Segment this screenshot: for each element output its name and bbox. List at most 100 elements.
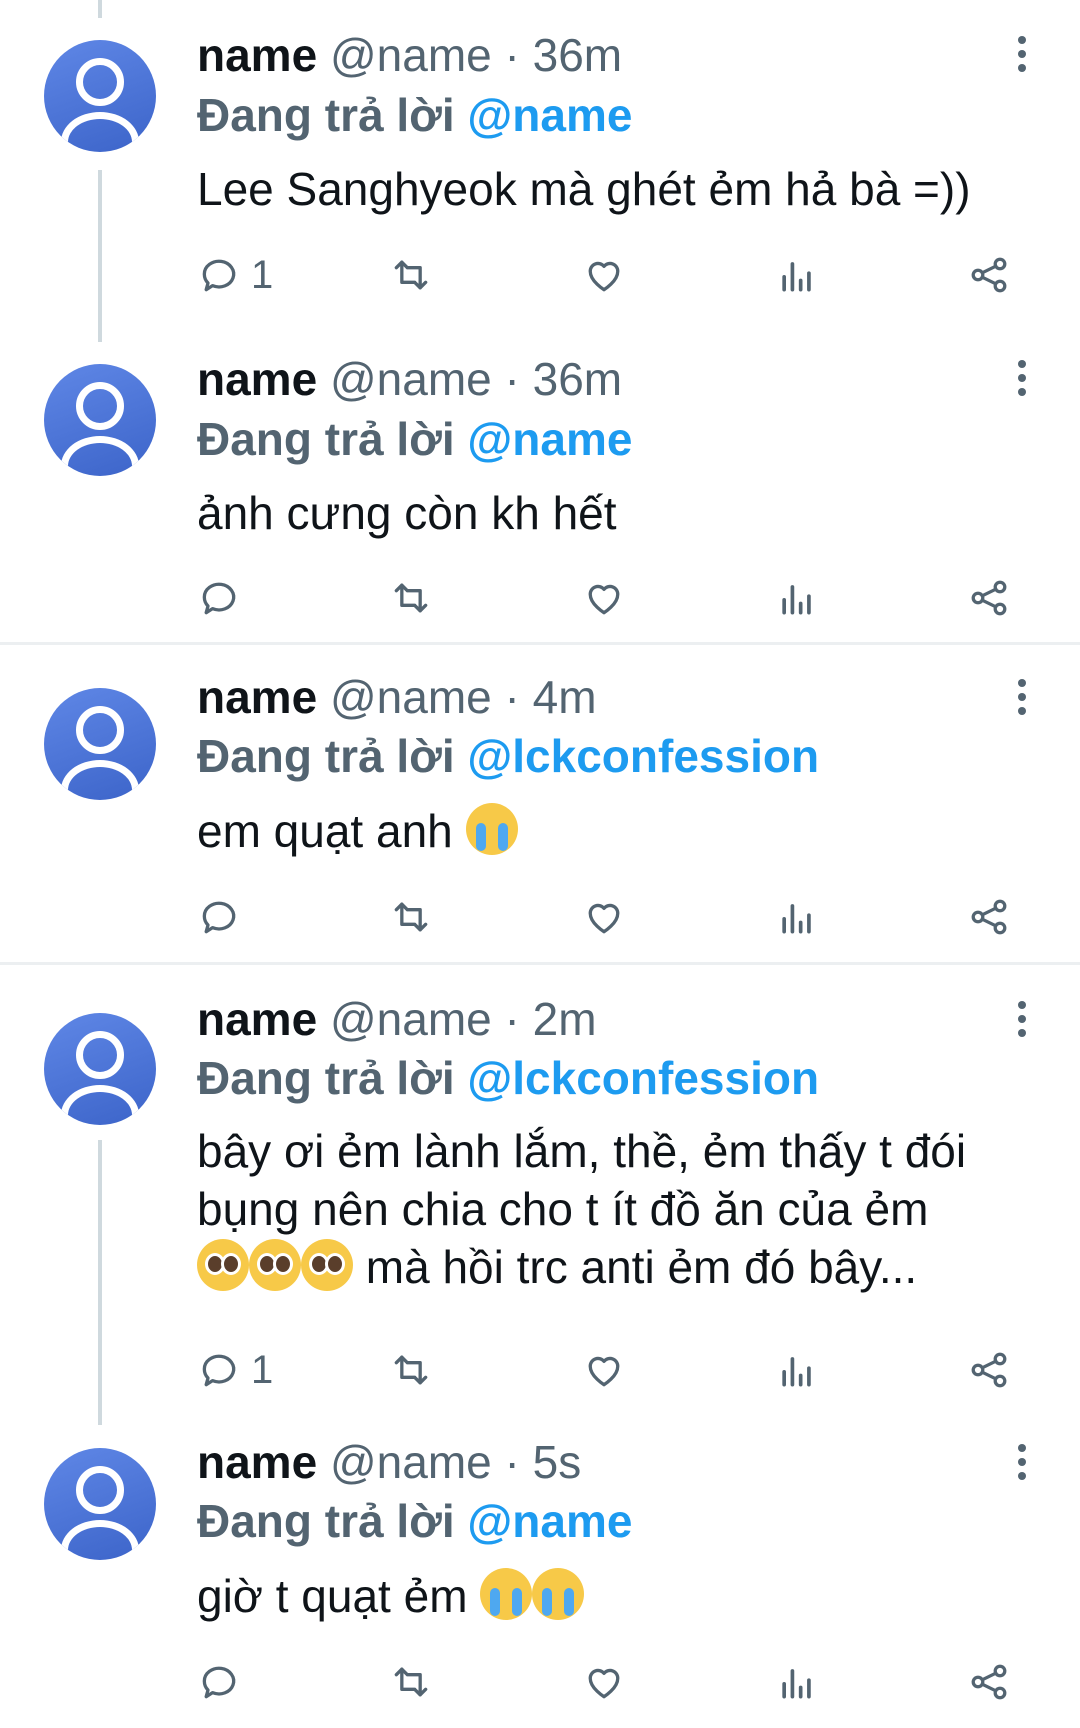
timestamp[interactable]: 2m [533,993,597,1045]
reply-button[interactable]: 1 [197,250,273,300]
retweet-button[interactable] [389,1657,433,1707]
stats-icon [775,1348,819,1392]
avatar-icon[interactable] [44,1448,156,1560]
like-button[interactable] [582,1657,626,1707]
tweet-header: name @name · 5s [197,1434,581,1490]
author-name[interactable]: name [197,353,317,405]
pleading-face-icon [301,1239,353,1291]
pleading-face-icon [249,1239,301,1291]
stats-icon [775,576,819,620]
tweet[interactable]: name @name · 36m Đang trả lời @name Lee … [0,0,1080,340]
stats-button[interactable] [775,1345,819,1395]
share-button[interactable] [967,1345,1011,1395]
reply-context: Đang trả lời @name [197,1493,632,1549]
retweet-button[interactable] [389,573,433,623]
retweet-icon [389,253,433,297]
timestamp[interactable]: 4m [533,671,597,723]
author-handle: @name [329,993,492,1045]
like-icon [582,1660,626,1704]
author-handle: @name [329,29,492,81]
tweet[interactable]: name @name · 4m Đang trả lời @lckconfess… [0,645,1080,962]
share-button[interactable] [967,892,1011,942]
author-handle: @name [329,1436,492,1488]
stats-button[interactable] [775,573,819,623]
stats-icon [775,1660,819,1704]
reply-context: Đang trả lời @name [197,87,632,143]
retweet-button[interactable] [389,250,433,300]
reply-button[interactable] [197,573,241,623]
reply-mention[interactable]: @name [467,413,632,465]
tweet-text-content: em quạt anh [197,805,453,857]
share-icon [967,576,1011,620]
tweet-text: bây ơi ẻm lành lắm, thề, ẻm thấy t đói b… [197,1122,1057,1296]
retweet-button[interactable] [389,892,433,942]
timestamp[interactable]: 5s [533,1436,582,1488]
separator: · [504,353,520,405]
author-handle: @name [329,671,492,723]
tweet[interactable]: name @name · 36m Đang trả lời @name ảnh … [0,324,1080,642]
tweet-text: Lee Sanghyeok mà ghét ẻm hả bà =)) [197,163,971,215]
avatar-icon[interactable] [44,688,156,800]
avatar-icon[interactable] [44,1013,156,1125]
timestamp[interactable]: 36m [533,353,622,405]
more-icon[interactable] [1016,679,1028,721]
like-button[interactable] [582,892,626,942]
tweet-text-content: giờ t quạt ẻm [197,1570,468,1622]
reply-button[interactable] [197,892,241,942]
retweet-button[interactable] [389,1345,433,1395]
reply-prefix: Đang trả lời [197,730,455,782]
timestamp[interactable]: 36m [533,29,622,81]
stats-button[interactable] [775,892,819,942]
reply-prefix: Đang trả lời [197,1052,455,1104]
like-button[interactable] [582,1345,626,1395]
share-button[interactable] [967,573,1011,623]
reply-mention[interactable]: @name [467,89,632,141]
share-icon [967,1660,1011,1704]
retweet-icon [389,1660,433,1704]
action-bar: 1 [197,1345,1027,1395]
like-icon [582,576,626,620]
author-name[interactable]: name [197,993,317,1045]
like-icon [582,253,626,297]
retweet-icon [389,895,433,939]
reply-prefix: Đang trả lời [197,1495,455,1547]
loudly-crying-face-icon [465,803,518,855]
like-button[interactable] [582,250,626,300]
reply-button[interactable] [197,1657,241,1707]
tweet-text-line: bây ơi ẻm lành lắm, thề, ẻm thấy t đói [197,1125,967,1177]
share-button[interactable] [967,250,1011,300]
reply-count: 1 [251,1347,274,1392]
reply-mention[interactable]: @lckconfession [467,730,819,782]
reply-context: Đang trả lời @name [197,411,632,467]
tweet[interactable]: name @name · 5s Đang trả lời @name giờ t… [0,1410,1080,1728]
more-icon[interactable] [1016,1444,1028,1486]
author-name[interactable]: name [197,29,317,81]
tweet-text-line: bụng nên chia cho t ít đồ ăn của ẻm [197,1183,929,1235]
reply-icon [197,1348,241,1392]
reply-mention[interactable]: @name [467,1495,632,1547]
like-button[interactable] [582,573,626,623]
tweet-header: name @name · 2m [197,991,597,1047]
tweet-text-line: mà hồi trc anti ẻm đó bây... [197,1238,1057,1296]
reply-prefix: Đang trả lời [197,413,455,465]
more-icon[interactable] [1016,360,1028,402]
reply-mention[interactable]: @lckconfession [467,1052,819,1104]
more-icon[interactable] [1016,1001,1028,1043]
tweet[interactable]: name @name · 2m Đang trả lời @lckconfess… [0,965,1080,1415]
separator: · [504,671,520,723]
tweet-text: ảnh cưng còn kh hết [197,487,617,539]
share-button[interactable] [967,1657,1011,1707]
action-bar [197,573,1027,623]
like-icon [582,1348,626,1392]
more-icon[interactable] [1016,36,1028,78]
stats-button[interactable] [775,1657,819,1707]
retweet-icon [389,1348,433,1392]
author-name[interactable]: name [197,671,317,723]
avatar-icon[interactable] [44,40,156,152]
retweet-icon [389,576,433,620]
stats-button[interactable] [775,250,819,300]
avatar-icon[interactable] [44,364,156,476]
author-name[interactable]: name [197,1436,317,1488]
reply-button[interactable]: 1 [197,1345,273,1395]
loudly-crying-face-icon [532,1568,585,1620]
